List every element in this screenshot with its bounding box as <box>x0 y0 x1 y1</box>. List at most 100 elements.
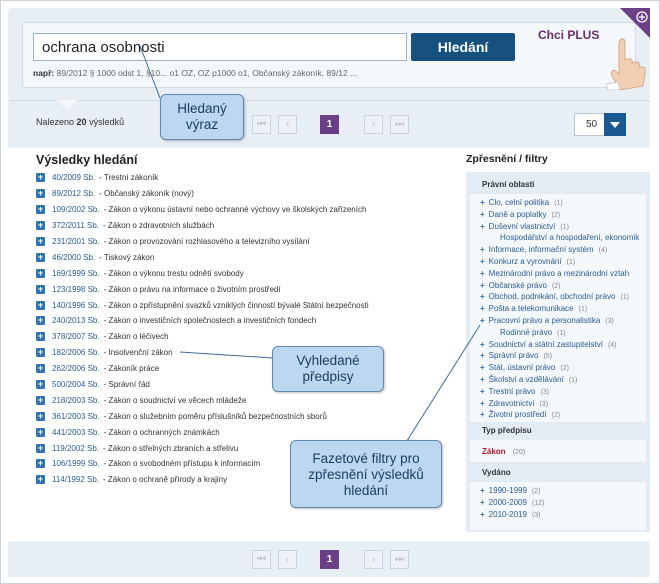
last-page-button-bottom[interactable]: ⏭ <box>390 550 409 569</box>
result-row[interactable]: +169/1999 Sb. - Zákon o výkonu trestu odn… <box>36 265 456 281</box>
result-number[interactable]: 114/1992 Sb. <box>52 475 99 484</box>
result-row[interactable]: +378/2007 Sb. - Zákon o léčivech <box>36 329 456 345</box>
expand-plus-icon[interactable]: + <box>36 205 45 215</box>
filter-issued-item[interactable]: +1990-1999 (2) <box>480 486 541 495</box>
expand-plus-icon[interactable]: + <box>36 316 45 326</box>
bottom-pager-bar: ⏮ ‹ 1 › ⏭ <box>8 541 650 577</box>
result-number[interactable]: 109/2002 Sb. <box>52 205 100 214</box>
filter-area-item[interactable]: + Správní právo (5) <box>480 351 552 360</box>
expand-plus-icon[interactable]: + <box>36 237 45 246</box>
filter-issued-item[interactable]: +2010-2019 (3) <box>480 510 541 519</box>
expand-plus-icon[interactable]: + <box>36 221 45 231</box>
result-row[interactable]: +123/1998 Sb. - Zákon o právu na informac… <box>36 281 456 297</box>
result-row[interactable]: +500/2004 Sb. - Správní řád <box>36 377 456 393</box>
current-page-bottom[interactable]: 1 <box>320 550 339 569</box>
expand-plus-icon[interactable]: + <box>36 380 45 390</box>
filter-area-item[interactable]: + Duševní vlastnictví (1) <box>480 222 569 231</box>
chci-plus-link[interactable]: Chci PLUS <box>538 28 599 42</box>
result-number[interactable]: 182/2006 Sb. <box>52 348 100 357</box>
expand-plus-icon[interactable]: + <box>36 364 45 374</box>
expand-plus-icon[interactable]: + <box>36 443 45 453</box>
filter-area-item[interactable]: + Konkurz a vyrovnání (1) <box>480 257 575 266</box>
result-number[interactable]: 262/2006 Sb. <box>52 364 100 373</box>
filter-area-item[interactable]: + Zdravotnictví (3) <box>480 399 548 408</box>
result-row[interactable]: +240/2013 Sb. - Zákon o investičních spol… <box>36 313 456 329</box>
filter-area-item[interactable]: + Obchod, podnikání, obchodní právo (1) <box>480 292 629 301</box>
expand-plus-icon[interactable]: + <box>36 395 45 405</box>
result-number[interactable]: 361/2003 Sb. <box>52 412 100 421</box>
filter-type-zakon[interactable]: Zákon (20) <box>482 447 525 456</box>
first-page-button[interactable]: ⏮ <box>252 115 271 134</box>
result-title: - Zákoník práce <box>103 364 160 374</box>
filter-area-item[interactable]: +Rodinné právo(1) <box>500 328 566 337</box>
next-page-button-bottom[interactable]: › <box>364 550 383 569</box>
result-row[interactable]: +46/2000 Sb. - Tiskový zákon <box>36 249 456 265</box>
filter-area-item[interactable]: + Soudnictví a státní zastupitelství (4) <box>480 340 617 349</box>
search-button[interactable]: Hledání <box>411 33 515 61</box>
expand-plus-icon[interactable]: + <box>36 268 45 278</box>
filter-label: Školství a vzdělávání <box>488 375 564 384</box>
filter-area-item[interactable]: + Informace, informační systém (4) <box>480 245 607 254</box>
filter-area-item[interactable]: + Mezinárodní právo a mezinárodní vztah <box>480 269 634 278</box>
result-number[interactable]: 46/2000 Sb. <box>52 253 95 262</box>
result-number[interactable]: 500/2004 Sb. <box>52 380 100 389</box>
filter-area-item[interactable]: + Stát, ústavní právo (2) <box>480 363 569 372</box>
result-number[interactable]: 169/1999 Sb. <box>52 269 100 278</box>
result-row[interactable]: +441/2003 Sb. - Zákon o ochranných známká… <box>36 424 456 440</box>
expand-plus-icon[interactable]: + <box>36 173 45 183</box>
result-row[interactable]: +89/2012 Sb. - Občanský zákoník (nový) <box>36 186 456 202</box>
filter-area-item[interactable]: +Hospodářství a hospodaření, ekonomik <box>500 233 644 242</box>
expand-plus-icon[interactable]: + <box>36 189 45 199</box>
filter-area-item[interactable]: + Trestní právo (3) <box>480 387 549 396</box>
first-page-button-bottom[interactable]: ⏮ <box>252 550 271 569</box>
result-row[interactable]: +372/2011 Sb. - Zákon o zdravotních služb… <box>36 218 456 234</box>
expand-plus-icon[interactable]: + <box>36 332 45 342</box>
result-number[interactable]: 378/2007 Sb. <box>52 332 100 341</box>
filter-area-item[interactable]: + Pracovní právo a personalistika (3) <box>480 316 614 325</box>
result-row[interactable]: +231/2001 Sb. - Zákon o provozování rozhl… <box>36 234 456 250</box>
result-number[interactable]: 240/2013 Sb. <box>52 316 100 325</box>
result-number[interactable]: 119/2002 Sb. <box>52 444 99 453</box>
filter-count: (1) <box>554 200 563 207</box>
result-number[interactable]: 372/2011 Sb. <box>52 221 99 230</box>
prev-page-button[interactable]: ‹ <box>278 115 297 134</box>
search-input[interactable] <box>33 33 407 61</box>
expand-plus-icon[interactable]: + <box>36 459 45 469</box>
chevron-down-icon[interactable] <box>604 113 626 136</box>
result-row[interactable]: +262/2006 Sb. - Zákoník práce <box>36 361 456 377</box>
expand-plus-icon[interactable]: + <box>36 252 45 262</box>
expand-plus-icon[interactable]: + <box>36 475 45 485</box>
result-number[interactable]: 441/2003 Sb. <box>52 428 100 437</box>
plus-corner-icon[interactable] <box>620 8 650 38</box>
expand-plus-icon[interactable]: + <box>36 348 45 358</box>
filter-issued-item[interactable]: +2000-2009 (12) <box>480 498 544 507</box>
result-row[interactable]: +361/2003 Sb. - Zákon o služebním poměru … <box>36 408 456 424</box>
expand-plus-icon[interactable]: + <box>36 284 45 294</box>
filter-area-item[interactable]: + Občanské právo (2) <box>480 281 561 290</box>
filter-area-item[interactable]: + Daně a poplatky (2) <box>480 210 560 219</box>
filter-area-item[interactable]: + Školství a vzdělávání (1) <box>480 375 577 384</box>
filter-area-item[interactable]: + Clo, celní politika (1) <box>480 198 563 207</box>
result-row[interactable]: +182/2006 Sb. - Insolvenční zákon <box>36 345 456 361</box>
last-page-button[interactable]: ⏭ <box>390 115 409 134</box>
result-number[interactable]: 231/2001 Sb. <box>52 237 100 246</box>
prev-page-button-bottom[interactable]: ‹ <box>278 550 297 569</box>
filter-area-item[interactable]: + Životní prostředí (2) <box>480 410 560 419</box>
result-row[interactable]: +40/2009 Sb. - Trestní zákoník <box>36 170 456 186</box>
result-number[interactable]: 218/2003 Sb. <box>52 396 100 405</box>
next-page-button[interactable]: › <box>364 115 383 134</box>
filter-area-item[interactable]: + Pošta a telekomunikace (1) <box>480 304 587 313</box>
result-number[interactable]: 106/1999 Sb. <box>52 459 100 468</box>
result-number[interactable]: 40/2009 Sb. <box>52 173 95 182</box>
result-row[interactable]: +109/2002 Sb. - Zákon o výkonu ústavní ne… <box>36 202 456 218</box>
expand-plus-icon[interactable]: + <box>36 427 45 437</box>
result-number[interactable]: 140/1996 Sb. <box>52 301 100 310</box>
result-number[interactable]: 123/1998 Sb. <box>52 285 100 294</box>
result-number[interactable]: 89/2012 Sb. <box>52 189 95 198</box>
expand-plus-icon[interactable]: + <box>36 411 45 421</box>
issued-heading: Vydáno <box>482 468 511 477</box>
result-row[interactable]: +140/1996 Sb. - Zákon o zpřístupnění svaz… <box>36 297 456 313</box>
result-row[interactable]: +218/2003 Sb. - Zákon o soudnictví ve věc… <box>36 392 456 408</box>
expand-plus-icon[interactable]: + <box>36 300 45 310</box>
current-page[interactable]: 1 <box>320 115 339 134</box>
